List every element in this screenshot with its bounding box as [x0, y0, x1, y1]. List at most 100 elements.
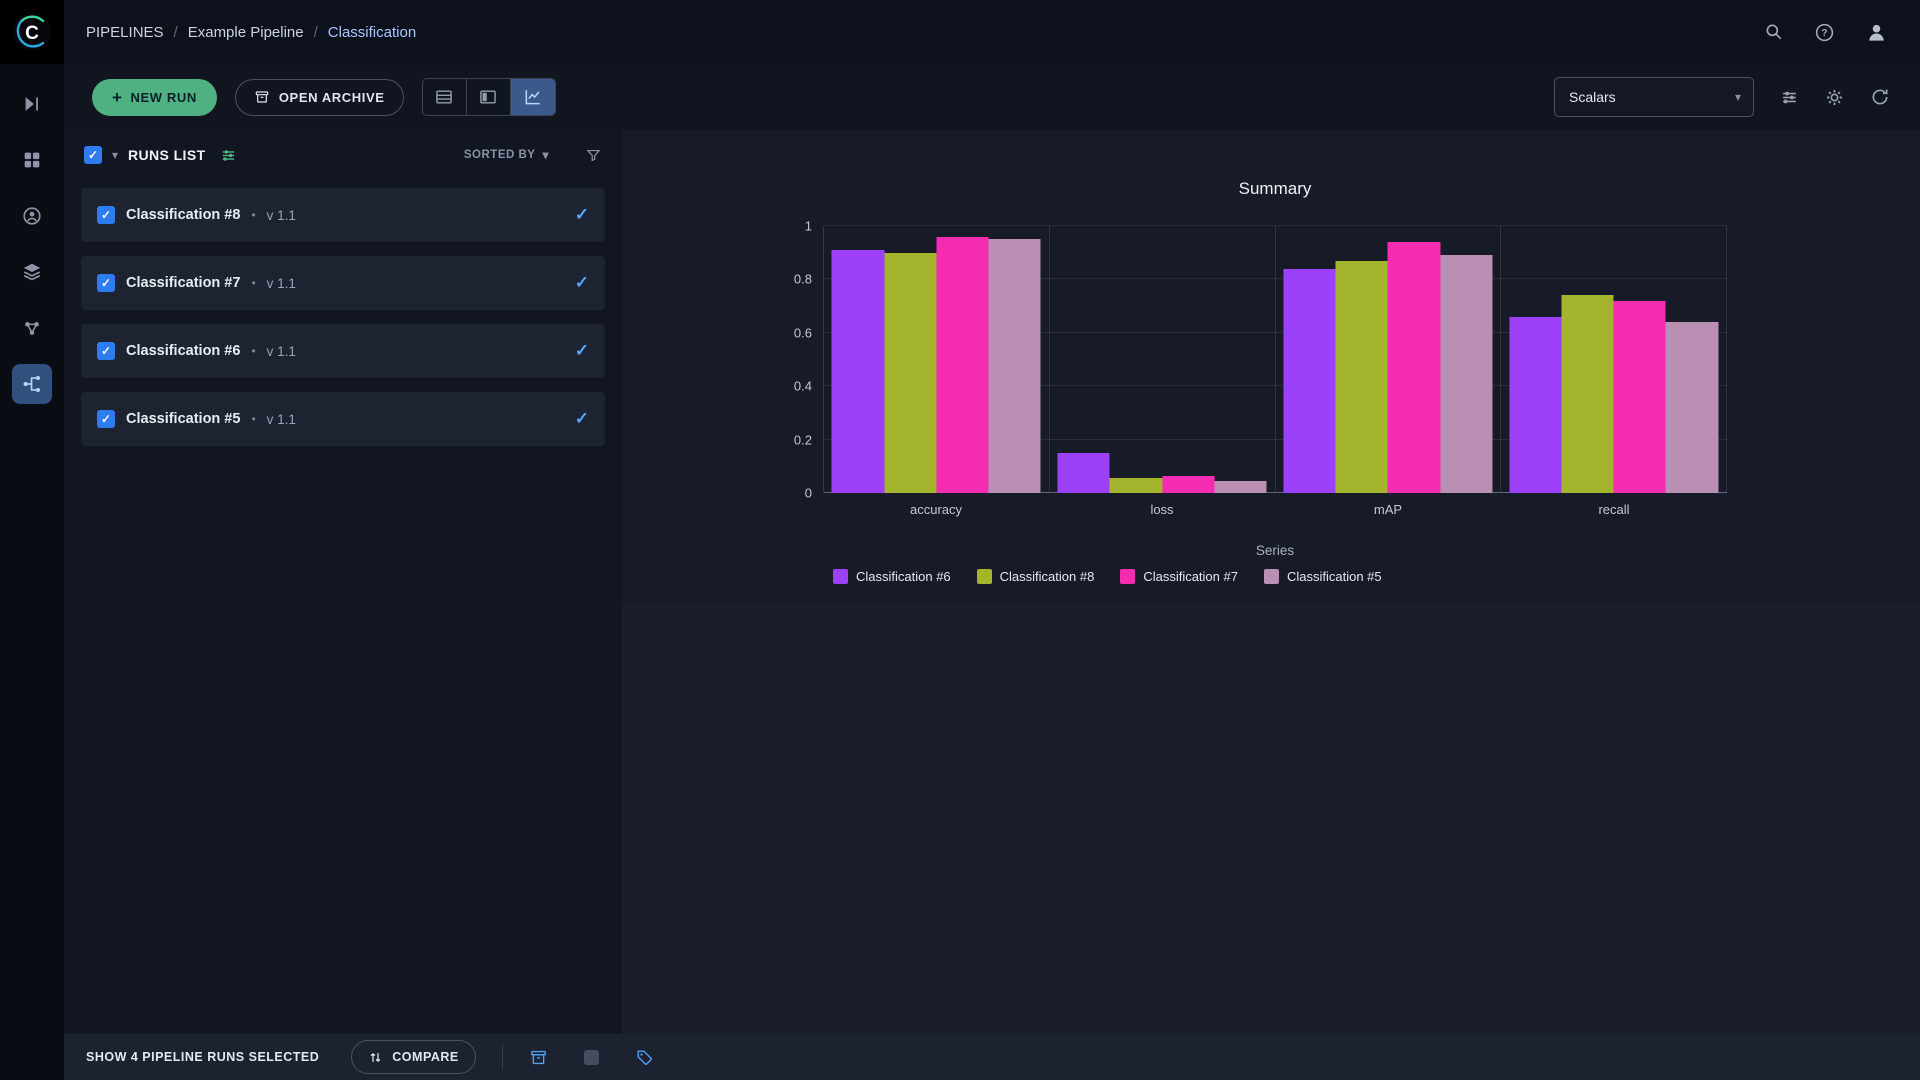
pipelines-icon[interactable] [12, 364, 52, 404]
filter-icon[interactable] [585, 147, 602, 164]
chart-bar [1665, 322, 1719, 493]
svg-text:?: ? [1821, 28, 1827, 39]
chart-bar [1613, 300, 1666, 493]
runs-settings-icon[interactable] [220, 147, 237, 164]
view-switcher [421, 78, 556, 116]
y-tick-label: 1 [804, 218, 812, 234]
legend-swatch [833, 569, 848, 584]
plus-icon: + [112, 87, 123, 107]
chart-view-icon[interactable] [510, 79, 555, 115]
tag-icon[interactable] [635, 1048, 654, 1067]
run-version: v 1.1 [266, 411, 296, 427]
run-row[interactable]: ✓ Classification #6 • v 1.1 ✓ [81, 324, 605, 378]
legend-item[interactable]: Classification #8 [976, 569, 1095, 584]
split-view-icon[interactable] [467, 79, 511, 115]
y-tick-label: 0.4 [793, 378, 812, 394]
sorted-by-control[interactable]: SORTED BY ▾ [464, 149, 549, 161]
bar-group [1276, 226, 1502, 493]
run-row[interactable]: ✓ Classification #7 • v 1.1 ✓ [81, 256, 605, 310]
run-row[interactable]: ✓ Classification #8 • v 1.1 ✓ [81, 188, 605, 242]
chart-bar [1162, 475, 1215, 493]
legend-item[interactable]: Classification #6 [833, 569, 951, 584]
y-tick-label: 0.6 [793, 325, 812, 341]
chart-bar [1335, 260, 1388, 493]
selection-label[interactable]: SHOW 4 PIPELINE RUNS SELECTED [86, 1050, 319, 1064]
search-icon[interactable] [1764, 22, 1784, 42]
x-tick-label: accuracy [909, 502, 963, 517]
y-tick-label: 0 [804, 485, 812, 501]
chart-bar [936, 236, 989, 493]
breadcrumb: PIPELINES / Example Pipeline / Classific… [86, 24, 416, 41]
datasets-icon[interactable] [12, 140, 52, 180]
legend-item[interactable]: Classification #7 [1120, 569, 1238, 584]
bar-groups [824, 226, 1727, 493]
chevron-down-icon[interactable]: ▾ [112, 149, 118, 161]
breadcrumb-project[interactable]: Example Pipeline [188, 24, 304, 41]
app-root: C PIPELINES / Example Pipeline / Classif… [0, 0, 1920, 1080]
chart-bar [1387, 242, 1441, 493]
chart-bar [1283, 268, 1336, 493]
run-checkbox[interactable]: ✓ [97, 410, 115, 428]
open-archive-label: OPEN ARCHIVE [278, 89, 385, 105]
avatar-icon[interactable] [1865, 21, 1888, 44]
bullet-icon: • [251, 412, 256, 426]
bullet-icon: • [251, 344, 256, 358]
x-tick-label: mAP [1373, 502, 1403, 517]
chart-bar [1509, 316, 1562, 493]
chart-plot: 0 0.2 0.4 0.6 0.8 1 [794, 220, 1727, 500]
toolbar-right-icons [1780, 87, 1890, 107]
compare-button[interactable]: COMPARE [351, 1040, 476, 1074]
chart-bar [1561, 295, 1614, 493]
models-icon[interactable] [12, 308, 52, 348]
tune-icon[interactable] [1780, 88, 1799, 107]
metric-select[interactable]: Scalars ▾ [1554, 77, 1754, 117]
selected-check-icon: ✓ [574, 341, 589, 360]
svg-text:C: C [25, 23, 39, 44]
chart-x-labels: accuracy loss mAP recall [823, 502, 1727, 517]
new-run-button[interactable]: + NEW RUN [92, 78, 217, 116]
run-checkbox[interactable]: ✓ [97, 206, 115, 224]
chart-area: Summary 0 0.2 0.4 0.6 0.8 1 accuracy loss mAP re… [622, 130, 1920, 1034]
gear-icon[interactable] [1825, 88, 1844, 107]
chart-legend: Classification #6 Classification #8 Classi… [823, 569, 1727, 584]
legend-label: Classification #5 [1286, 569, 1382, 584]
reports-icon[interactable] [12, 252, 52, 292]
selected-check-icon: ✓ [574, 205, 589, 224]
auto-refresh-icon[interactable] [1870, 87, 1890, 107]
legend-label: Classification #8 [999, 569, 1095, 584]
rail-nav [12, 84, 52, 404]
projects-icon[interactable] [12, 84, 52, 124]
breadcrumb-current[interactable]: Classification [328, 24, 416, 41]
legend-label: Classification #7 [1143, 569, 1238, 584]
breadcrumb-separator: / [313, 23, 318, 41]
chart-bar [1109, 478, 1163, 493]
top-bar: PIPELINES / Example Pipeline / Classific… [64, 0, 1920, 64]
help-icon[interactable]: ? [1814, 22, 1835, 43]
archive-icon [254, 89, 270, 105]
run-checkbox[interactable]: ✓ [97, 342, 115, 360]
runs-list-header: ✓ ▾ RUNS LIST SORTED BY ▾ [64, 130, 622, 180]
archive-icon[interactable] [529, 1048, 548, 1067]
bar-group [1501, 226, 1727, 493]
toolbar: + NEW RUN OPEN ARCHIVE Scalars ▾ [64, 64, 1920, 130]
abort-icon[interactable] [583, 1049, 599, 1065]
bullet-icon: • [251, 276, 256, 290]
workers-icon[interactable] [12, 196, 52, 236]
legend-title: Series [1255, 543, 1295, 558]
chevron-down-icon: ▾ [1734, 90, 1741, 104]
metric-select-value: Scalars [1569, 89, 1616, 105]
open-archive-button[interactable]: OPEN ARCHIVE [234, 78, 404, 116]
compare-label: COMPARE [392, 1050, 459, 1064]
bar-group [1050, 226, 1276, 493]
run-version: v 1.1 [266, 343, 296, 359]
run-row[interactable]: ✓ Classification #5 • v 1.1 ✓ [81, 392, 605, 446]
breadcrumb-section[interactable]: PIPELINES [86, 24, 164, 41]
compare-icon [368, 1050, 383, 1065]
summary-chart: Summary 0 0.2 0.4 0.6 0.8 1 accuracy loss mAP re… [794, 178, 1727, 584]
run-checkbox[interactable]: ✓ [97, 274, 115, 292]
logo-icon: C [13, 13, 51, 51]
legend-item[interactable]: Classification #5 [1263, 569, 1382, 584]
clearml-logo[interactable]: C [0, 0, 64, 64]
table-view-icon[interactable] [423, 79, 467, 115]
select-all-checkbox[interactable]: ✓ [84, 146, 102, 164]
